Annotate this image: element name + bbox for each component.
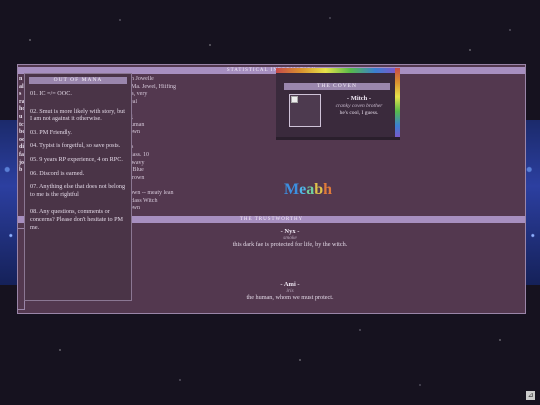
stat-line: bh Jowelle <box>128 76 154 82</box>
trusted-name: - Nyx - <box>280 228 300 235</box>
stat-line: - wavy <box>128 159 145 166</box>
rule-item: 01. IC =/= OOC. <box>30 90 72 97</box>
stat-line <box>128 182 238 190</box>
trusted-description: this dark fae is protected for life, by … <box>232 241 348 248</box>
rule-item: 06. Discord is earned. <box>30 169 85 177</box>
trusted-entry-ami: - Ami - iris the human, whom we must pro… <box>215 281 365 302</box>
stat-line <box>128 137 238 145</box>
rule-item: 07. Anything else that does not belong t… <box>30 183 126 198</box>
stat-line: k <box>128 106 238 114</box>
trusted-name: - Ami - <box>280 281 300 288</box>
stat-line: , Ma. Jewel, Hiifing <box>128 83 176 90</box>
logo-letter: b <box>314 181 324 198</box>
stat-line: rown -- meaty lean <box>128 189 174 196</box>
stat-line: y Blue <box>128 167 144 174</box>
meabh-logo: Meabh <box>284 181 332 199</box>
stat-line: town <box>128 205 140 212</box>
starfield-strip-left <box>0 120 18 285</box>
stat-line: human <box>128 121 145 128</box>
trusted-description: the human, whom we must protect. <box>246 294 334 301</box>
stat-line: real <box>128 98 137 105</box>
coven-member-subtitle: cranky coven brother <box>335 103 383 109</box>
coven-card: THE COVEN - Mitch - cranky coven brother… <box>276 68 400 140</box>
out-of-mana-panel[interactable]: OUT OF MANA 01. IC =/= OOC. 02. Smut is … <box>24 73 132 301</box>
stat-line: town <box>128 129 140 136</box>
rainbow-border-right <box>395 68 400 140</box>
statistics-list: bh Jowelle , Ma. Jewel, Hiifing da, very… <box>128 76 238 213</box>
trusted-entry-nyx: - Nyx - smoke this dark fae is protected… <box>215 228 365 249</box>
rule-item: 05. 9 years RP experience, 4 on RPC. <box>30 155 123 163</box>
coven-member-description: he's cool, I guess. <box>339 110 379 116</box>
stat-line: glass. 10 <box>128 151 149 158</box>
rule-item: 04. Typist is forgetful, so save posts. <box>30 142 121 150</box>
stat-line: -class Witch <box>128 197 158 204</box>
logo-letter: M <box>284 181 300 198</box>
avatar-broken-image <box>289 94 321 127</box>
coven-member-name: - Mitch - <box>346 95 372 102</box>
rainbow-border-top <box>276 68 400 73</box>
logo-letter: h <box>323 181 333 198</box>
stat-line: Brown <box>128 174 145 181</box>
rule-item: 08. Any questions, comments or concerns?… <box>30 208 124 231</box>
coven-header: THE COVEN <box>284 83 390 90</box>
rule-item: 02. Smut is more likely with story, but … <box>30 107 125 123</box>
out-of-mana-header: OUT OF MANA <box>29 77 127 84</box>
broken-image-icon <box>291 96 298 103</box>
stat-line: bs <box>128 144 238 152</box>
card-border-bottom <box>276 137 400 140</box>
rule-item: 03. PM Friendly. <box>30 128 72 136</box>
corner-expand-icon[interactable]: ⊿ <box>526 391 535 400</box>
stat-line: da, very <box>128 91 148 98</box>
stat-line: ig <box>128 114 238 122</box>
